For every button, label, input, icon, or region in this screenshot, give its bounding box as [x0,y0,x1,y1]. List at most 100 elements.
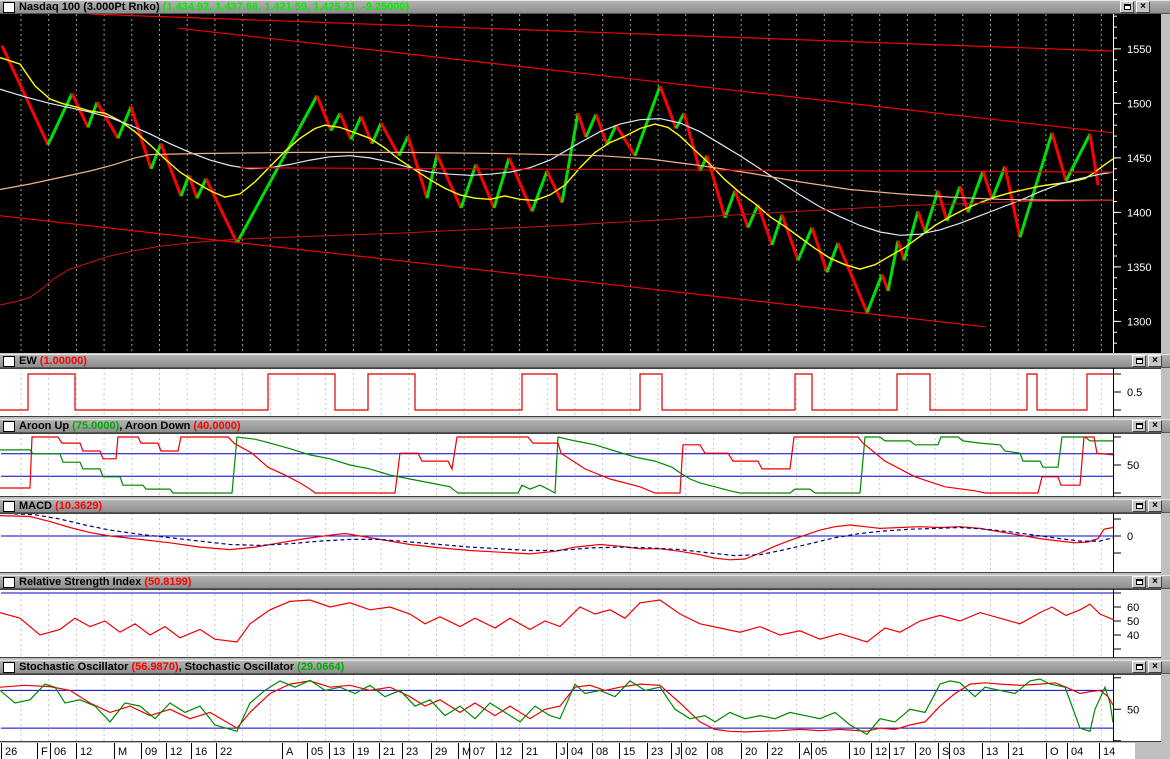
title-segment: , Stochastic Oscillator [179,661,298,673]
ew-panel-window-buttons: × [1130,355,1162,368]
date-tick-label: 17 [893,746,905,758]
close-icon[interactable]: × [1148,500,1162,512]
aroon-panel-titlebar[interactable]: Aroon Up (75.0000), Aroon Down (40.0000)… [0,419,1170,433]
metastock-chart-window: Nasdaq 100 (3.000Pt Rnko) (1,434.92, 1,4… [0,0,1170,759]
date-tick-label: 21 [1012,746,1024,758]
panel-canvas: 155015001450140013501300 [0,14,1170,353]
window-menu-icon[interactable] [3,421,15,432]
date-tick-label: 03 [953,746,965,758]
panel-canvas: 0 [0,513,1170,573]
date-tick-label: 13 [333,746,345,758]
date-tick-label: O [1050,746,1059,758]
restore-icon[interactable] [1132,661,1146,673]
title-segment: (10.3629) [55,500,102,512]
title-segment: (50.8199) [144,576,191,588]
close-icon[interactable]: × [1148,576,1162,588]
date-tick-label: M [118,746,127,758]
y-axis-label: 50 [1127,460,1139,472]
window-menu-icon[interactable] [3,662,15,673]
price-panel-titlebar[interactable]: Nasdaq 100 (3.000Pt Rnko) (1,434.92, 1,4… [0,0,1170,14]
y-axis-label: 50 [1127,616,1139,628]
stoch-panel-title: Stochastic Oscillator (56.9870), Stochas… [19,661,344,674]
y-axis-label: 1500 [1127,98,1151,110]
restore-icon[interactable] [1132,355,1146,367]
date-tick-label: S [942,746,949,758]
rsi-indicator-plot: 60 50 40 [0,589,1170,658]
date-tick-label: J [560,746,566,758]
macd-panel-title: MACD (10.3629) [19,500,102,513]
stoch-panel-window-buttons: × [1130,661,1162,674]
date-tick-label: F [41,746,48,758]
restore-icon[interactable] [1120,1,1134,13]
y-axis-label: 0 [1127,531,1133,543]
stoch-panel-titlebar[interactable]: Stochastic Oscillator (56.9870), Stochas… [0,660,1170,674]
restore-icon[interactable] [1132,500,1146,512]
panel-canvas: 0.5 [0,368,1170,417]
restore-icon[interactable] [1132,576,1146,588]
date-tick-label: 23 [406,746,418,758]
date-tick-label: 23 [651,746,663,758]
title-segment: Nasdaq 100 (3.000Pt Rnko) [19,1,163,13]
date-tick-label: 20 [745,746,757,758]
ew-panel-titlebar[interactable]: EW (1.00000) × [0,354,1170,368]
ew-indicator-plot: 0.5 [0,368,1170,417]
date-tick-label: 21 [526,746,538,758]
title-segment: (29.0664) [297,661,344,673]
ew-panel-title: EW (1.00000) [19,355,87,368]
date-tick-label: 04 [571,746,583,758]
macd-panel-window-buttons: × [1130,500,1162,513]
title-segment: (75.0000) [72,420,119,432]
macd-panel-titlebar[interactable]: MACD (10.3629) × [0,499,1170,513]
date-tick-label: 08 [711,746,723,758]
date-tick-label: 22 [771,746,783,758]
panel-canvas: 60 50 40 [0,589,1170,658]
rsi-panel-title: Relative Strength Index (50.8199) [19,576,191,589]
date-tick-label: 15 [623,746,635,758]
title-segment: MACD [19,500,55,512]
aroon-panel-title: Aroon Up (75.0000), Aroon Down (40.0000) [19,420,241,433]
date-tick-label: 26 [5,746,17,758]
close-icon[interactable]: × [1148,355,1162,367]
y-axis-label: 1350 [1127,262,1151,274]
close-icon[interactable]: × [1136,1,1150,13]
stoch-indicator-plot: 50 [0,674,1170,742]
macd-indicator-plot: 0 [0,513,1170,573]
date-tick-label: A [286,746,294,758]
title-segment: (56.9870) [131,661,178,673]
close-icon[interactable]: × [1148,661,1162,673]
y-axis-label: 0.5 [1127,387,1142,399]
window-menu-icon[interactable] [3,577,15,588]
window-menu-icon[interactable] [3,501,15,512]
title-segment: EW [19,355,40,367]
date-tick-label: J [675,746,681,758]
date-tick-label: 29 [435,746,447,758]
title-segment: (40.0000) [193,420,240,432]
date-tick-label: 02 [685,746,697,758]
date-tick-label: 22 [220,746,232,758]
y-axis-label: 40 [1127,630,1139,642]
close-icon[interactable]: × [1148,420,1162,432]
date-tick-label: 10 [853,746,865,758]
date-axis: 26F0612M09121622A051319212329M071221J040… [0,743,1170,759]
date-tick-label: 05 [815,746,827,758]
date-tick-label: 04 [1071,746,1083,758]
window-menu-icon[interactable] [3,2,15,13]
restore-icon[interactable] [1132,420,1146,432]
price-panel-window-buttons: × [1118,1,1150,14]
window-menu-icon[interactable] [3,356,15,367]
title-segment: , Aroon Down [119,420,193,432]
panel-canvas: 50 [0,433,1170,497]
rsi-panel-titlebar[interactable]: Relative Strength Index (50.8199) × [0,575,1170,589]
panel-canvas: 50 [0,674,1170,742]
date-tick-label: 07 [473,746,485,758]
y-axis-label: 60 [1127,602,1139,614]
title-segment: (1.00000) [40,355,87,367]
title-segment: Stochastic Oscillator [19,661,131,673]
y-axis-label: 1300 [1127,316,1151,328]
price-panel-title: Nasdaq 100 (3.000Pt Rnko) (1,434.92, 1,4… [19,1,409,14]
rsi-panel-window-buttons: × [1130,576,1162,589]
y-axis-label: 50 [1127,704,1139,716]
date-tick-label: 06 [54,746,66,758]
date-tick-label: 20 [919,746,931,758]
date-tick-label: 21 [383,746,395,758]
